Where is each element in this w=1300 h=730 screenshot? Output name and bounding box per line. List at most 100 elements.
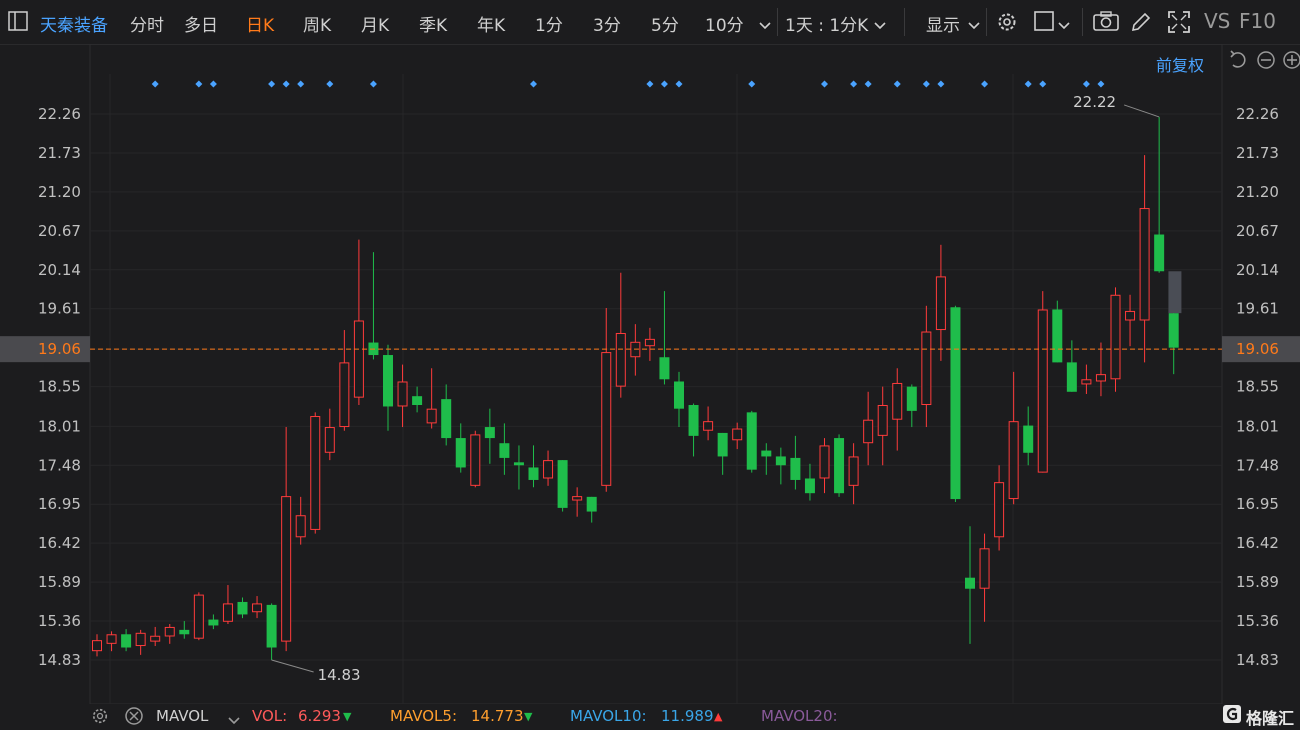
candle — [426, 368, 437, 429]
candle-body — [135, 632, 146, 647]
gap-fill-block — [1168, 271, 1182, 314]
candle — [324, 408, 335, 461]
indicator-close-icon[interactable] — [124, 706, 144, 730]
tab-timeshare[interactable]: 分时 — [130, 11, 164, 36]
layout-chevron-icon[interactable] — [1058, 16, 1070, 35]
candle-body — [193, 594, 204, 639]
camera-icon[interactable] — [1093, 11, 1119, 35]
period-more-chevron-icon[interactable] — [759, 16, 771, 35]
candlestick-chart[interactable]: 22.26 21.73 21.20 20.67 20.14 19.61 18.55 18.01… — [0, 44, 1300, 704]
candle — [412, 386, 423, 413]
tab-daily-k[interactable]: 日K — [246, 11, 274, 36]
top-toolbar: 天秦装备 分时 多日 日K 周K 月K 季K 年K 1分 3分 5分 10分 1… — [0, 0, 1300, 45]
timeframe-chevron-icon[interactable] — [874, 16, 886, 35]
sidebar-toggle-icon[interactable] — [8, 11, 28, 35]
y-tick-label-right: 21.73 — [1236, 144, 1279, 162]
f10-button[interactable]: F10 — [1239, 9, 1276, 33]
candle-body — [353, 320, 364, 398]
watermark-logo — [1222, 704, 1242, 728]
event-marker — [850, 80, 858, 88]
candle-body — [179, 629, 190, 635]
candle-body — [615, 332, 626, 387]
candle-body — [877, 405, 888, 436]
tab-3min[interactable]: 3分 — [593, 11, 621, 36]
timeframe-select[interactable]: 1天 : 1分K — [785, 11, 868, 36]
candle-body — [804, 478, 815, 494]
vol-value: 6.293 — [298, 707, 341, 725]
layout-box-icon[interactable] — [1034, 11, 1054, 35]
event-marker — [282, 80, 290, 88]
fullscreen-icon[interactable] — [1168, 11, 1190, 37]
tab-yearly-k[interactable]: 年K — [477, 11, 505, 36]
tab-weekly-k[interactable]: 周K — [303, 11, 331, 36]
tab-1min[interactable]: 1分 — [535, 11, 563, 36]
y-tick-label-left: 16.95 — [38, 495, 81, 513]
candle-body — [252, 603, 263, 613]
y-tick-label-right: 16.42 — [1236, 534, 1279, 552]
y-tick-label-left: 15.89 — [38, 573, 81, 591]
tab-5min[interactable]: 5分 — [651, 11, 679, 36]
mavol5-label: MAVOL5: — [390, 707, 458, 725]
y-tick-label-right: 18.55 — [1236, 378, 1279, 396]
toolbar-divider — [777, 8, 778, 36]
candle — [819, 438, 830, 494]
tab-monthly-k[interactable]: 月K — [361, 11, 389, 36]
candle-body — [222, 603, 233, 622]
tab-10min[interactable]: 10分 — [705, 11, 744, 36]
tab-multiday[interactable]: 多日 — [184, 11, 218, 36]
candle-body — [499, 443, 510, 458]
candle — [193, 592, 204, 641]
y-tick-label-right: 15.36 — [1236, 612, 1279, 630]
pencil-icon[interactable] — [1130, 11, 1152, 37]
candle-body — [906, 386, 917, 411]
vs-compare-button[interactable]: VS — [1204, 9, 1230, 33]
display-chevron-icon[interactable] — [968, 16, 980, 35]
candle — [484, 408, 495, 464]
candle — [601, 308, 612, 492]
candle-body — [295, 515, 306, 538]
candle — [353, 239, 364, 406]
vol-arrow: ▼ — [343, 710, 352, 723]
candle — [630, 324, 641, 376]
candle — [92, 634, 102, 657]
candle — [674, 371, 684, 428]
y-tick-label-left: 20.14 — [38, 261, 81, 279]
event-marker — [1024, 80, 1032, 88]
candle-body — [1139, 208, 1150, 321]
event-marker — [646, 80, 654, 88]
candle — [266, 603, 277, 660]
candle-body — [150, 635, 161, 642]
candle — [659, 291, 670, 385]
indicator-chevron-icon[interactable] — [228, 712, 240, 730]
candle-body — [674, 381, 684, 409]
candle-body — [965, 577, 975, 589]
settings-gear-icon[interactable] — [995, 10, 1019, 38]
y-tick-label-left: 18.01 — [38, 417, 81, 435]
min-price-label: 14.83 — [318, 666, 361, 684]
candle-body — [1168, 313, 1179, 348]
candle — [586, 496, 597, 523]
candle — [164, 623, 175, 644]
indicator-settings-gear-icon[interactable] — [90, 706, 110, 730]
candle — [237, 597, 248, 619]
candle — [921, 305, 932, 428]
candle-body — [383, 355, 393, 407]
stock-name[interactable]: 天秦装备 — [40, 11, 108, 36]
y-tick-label-right: 20.14 — [1236, 261, 1279, 279]
toolbar-divider — [1082, 8, 1083, 36]
mavol10-label: MAVOL10: — [570, 707, 647, 725]
candle — [1154, 116, 1165, 273]
y-tick-label-left: 15.36 — [38, 612, 81, 630]
y-tick-label-right: 18.01 — [1236, 417, 1279, 435]
candle-body — [528, 467, 539, 480]
y-axis-right: 22.26 21.73 21.20 20.67 20.14 19.61 18.55 18.01… — [1236, 105, 1279, 669]
watermark-text: 格隆汇 — [1246, 709, 1295, 728]
candle — [1139, 155, 1150, 363]
indicator-name[interactable]: MAVOL — [156, 707, 208, 725]
display-menu[interactable]: 显示 — [926, 11, 960, 36]
tab-quarterly-k[interactable]: 季K — [419, 11, 447, 36]
candle — [615, 272, 626, 398]
candle-body — [441, 399, 452, 439]
event-marker — [864, 80, 872, 88]
candle — [848, 443, 859, 505]
